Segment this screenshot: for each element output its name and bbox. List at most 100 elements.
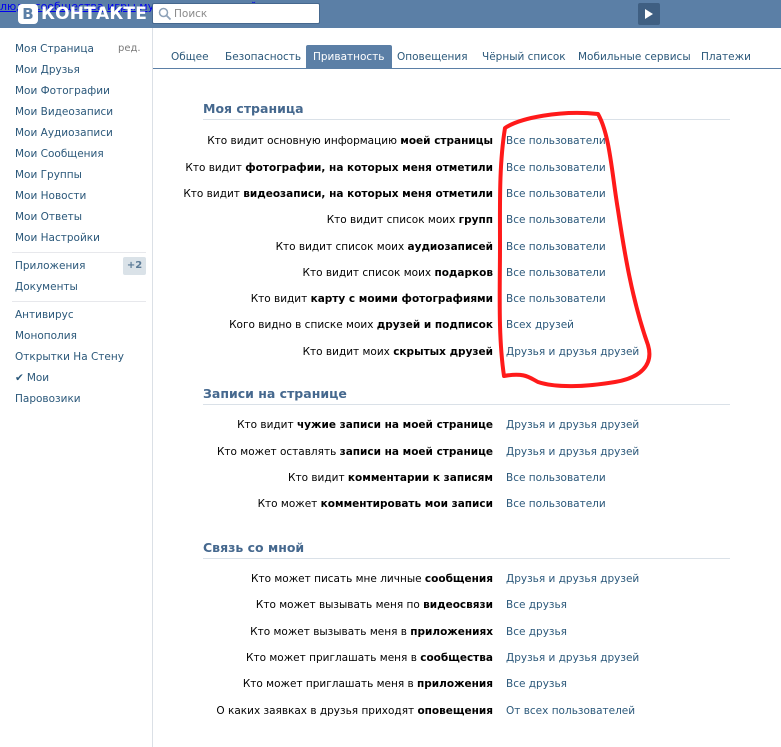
privacy-setting-dropdown[interactable]: Друзья и друзья друзей: [506, 446, 639, 458]
privacy-row-label: Кто может комментировать мои записи: [258, 498, 493, 510]
row-label-text: Кто может писать мне личные: [251, 573, 425, 585]
privacy-row-label: Кто видит фотографии, на которых меня от…: [185, 162, 493, 174]
row-label-emphasis: записи на моей странице: [339, 446, 493, 458]
row-label-text: Кто видит список моих: [275, 241, 408, 253]
privacy-setting-dropdown[interactable]: Все пользователи: [506, 188, 606, 200]
vk-logo-text: КОНТАКТЕ: [41, 4, 148, 24]
left-sidebar: Моя Страница ред. Мои Друзья Мои Фотогра…: [0, 28, 152, 747]
sidebar-item-label: Мои: [26, 372, 50, 384]
row-label-text: Кто видит: [250, 293, 311, 305]
row-label-emphasis: друзей и подписок: [376, 319, 493, 331]
tab-privacy[interactable]: Приватность: [306, 45, 392, 69]
section-divider: [203, 404, 730, 405]
row-label-emphasis: оповещения: [417, 705, 493, 717]
tab-payments[interactable]: Платежи: [701, 45, 751, 69]
privacy-row-label: Кто видит карту с моими фотографиями: [251, 293, 493, 305]
sidebar-item-app-monopoly[interactable]: Монополия: [15, 330, 77, 342]
settings-tabs: Общее Безопасность Приватность Оповещени…: [153, 45, 781, 69]
section-title-contact: Связь со мной: [203, 540, 305, 555]
row-label-text: Кто может оставлять: [216, 446, 340, 458]
row-label-text: Кто может приглашать меня в: [246, 652, 421, 664]
sidebar-item-my-page[interactable]: Моя Страница: [15, 43, 94, 55]
privacy-setting-dropdown[interactable]: Все пользователи: [506, 214, 606, 226]
row-label-emphasis: чужие записи на моей странице: [296, 419, 493, 431]
privacy-setting-dropdown[interactable]: Друзья и друзья друзей: [506, 573, 639, 585]
privacy-row-label: Кто видит список моих групп: [327, 214, 493, 226]
row-label-text: Кто видит список моих: [302, 267, 435, 279]
search-box[interactable]: [152, 3, 320, 24]
privacy-setting-dropdown[interactable]: Друзья и друзья друзей: [506, 346, 639, 358]
tab-mobile[interactable]: Мобильные сервисы: [578, 45, 691, 69]
row-label-emphasis: приложения: [417, 678, 493, 690]
sidebar-divider: [12, 301, 146, 302]
tab-blacklist[interactable]: Чёрный список: [482, 45, 566, 69]
privacy-setting-dropdown[interactable]: Все пользователи: [506, 135, 606, 147]
privacy-setting-dropdown[interactable]: Все друзья: [506, 678, 567, 690]
sidebar-item-answers[interactable]: Мои Ответы: [15, 211, 82, 223]
tab-notifications[interactable]: Оповещения: [397, 45, 468, 69]
privacy-setting-dropdown[interactable]: Все пользователи: [506, 498, 606, 510]
sidebar-item-photos[interactable]: Мои Фотографии: [15, 85, 110, 97]
row-label-text: Кто видит список моих: [326, 214, 459, 226]
row-label-text: Кто видит: [185, 162, 246, 174]
sidebar-item-app-antivirus[interactable]: Антивирус: [15, 309, 74, 321]
row-label-emphasis: сообщества: [420, 652, 493, 664]
top-header: В КОНТАКТЕ люди сообщества игры музыка п…: [0, 0, 781, 28]
privacy-row-label: Кто может приглашать меня в приложения: [243, 678, 493, 690]
sidebar-item-app-postcards[interactable]: Открытки На Стену: [15, 351, 124, 363]
tab-security[interactable]: Безопасность: [225, 45, 301, 69]
row-label-text: Кого видно в списке моих: [229, 319, 377, 331]
sidebar-divider: [12, 252, 146, 253]
privacy-row-label: Кто может оставлять записи на моей стран…: [217, 446, 493, 458]
row-label-emphasis: групп: [458, 214, 493, 226]
row-label-text: Кто может приглашать меня в: [242, 678, 418, 690]
sidebar-item-groups[interactable]: Мои Группы: [15, 169, 82, 181]
row-label-text: Кто видит: [288, 472, 348, 484]
apps-count-badge[interactable]: +2: [123, 257, 146, 275]
section-title-my-page: Моя страница: [203, 101, 304, 116]
privacy-row-label: Кто видит моих скрытых друзей: [303, 346, 493, 358]
sidebar-item-documents[interactable]: Документы: [15, 281, 78, 293]
music-play-button[interactable]: [638, 3, 660, 25]
settings-panel: Общее Безопасность Приватность Оповещени…: [152, 28, 781, 747]
privacy-row-label: Кого видно в списке моих друзей и подпис…: [229, 319, 493, 331]
privacy-setting-dropdown[interactable]: Все пользователи: [506, 162, 606, 174]
sidebar-item-app-trains[interactable]: Паровозики: [15, 393, 81, 405]
row-label-emphasis: фотографии, на которых меня отметили: [245, 162, 493, 174]
privacy-setting-dropdown[interactable]: Все пользователи: [506, 293, 606, 305]
section-divider: [203, 558, 730, 559]
row-label-text: Кто видит моих: [302, 346, 394, 358]
privacy-setting-dropdown[interactable]: Друзья и друзья друзей: [506, 652, 639, 664]
vk-logo[interactable]: В КОНТАКТЕ: [18, 3, 147, 25]
privacy-row-label: Кто видит комментарии к записям: [288, 472, 493, 484]
privacy-setting-dropdown[interactable]: Все пользователи: [506, 241, 606, 253]
row-label-text: О каких заявках в друзья приходят: [216, 705, 418, 717]
sidebar-item-messages[interactable]: Мои Сообщения: [15, 148, 104, 160]
sidebar-item-app-mine[interactable]: ✔ Мои: [15, 372, 49, 384]
privacy-setting-dropdown[interactable]: Все пользователи: [506, 472, 606, 484]
search-input[interactable]: [174, 4, 314, 23]
sidebar-item-friends[interactable]: Мои Друзья: [15, 64, 80, 76]
row-label-text: Кто может вызывать меня по: [255, 599, 424, 611]
privacy-setting-dropdown[interactable]: Все пользователи: [506, 267, 606, 279]
section-title-wall: Записи на странице: [203, 386, 347, 401]
sidebar-item-audio[interactable]: Мои Аудиозаписи: [15, 127, 113, 139]
row-label-emphasis: сообщения: [424, 573, 493, 585]
row-label-text: Кто видит: [183, 188, 244, 200]
row-label-text: Кто видит: [237, 419, 297, 431]
edit-link[interactable]: ред.: [118, 43, 141, 54]
privacy-setting-dropdown[interactable]: Все друзья: [506, 599, 567, 611]
privacy-row-label: Кто может вызывать меня в приложениях: [250, 626, 493, 638]
privacy-setting-dropdown[interactable]: Всех друзей: [506, 319, 574, 331]
sidebar-item-news[interactable]: Мои Новости: [15, 190, 86, 202]
row-label-text: Кто может вызывать меня в: [250, 626, 411, 638]
sidebar-item-videos[interactable]: Мои Видеозаписи: [15, 106, 113, 118]
privacy-setting-dropdown[interactable]: От всех пользователей: [506, 705, 635, 717]
row-label-emphasis: комментарии к записям: [347, 472, 493, 484]
sidebar-item-apps[interactable]: Приложения: [15, 260, 85, 272]
privacy-setting-dropdown[interactable]: Друзья и друзья друзей: [506, 419, 639, 431]
play-icon: [645, 9, 653, 19]
tab-general[interactable]: Общее: [171, 45, 209, 69]
sidebar-item-settings[interactable]: Мои Настройки: [15, 232, 100, 244]
privacy-setting-dropdown[interactable]: Все друзья: [506, 626, 567, 638]
